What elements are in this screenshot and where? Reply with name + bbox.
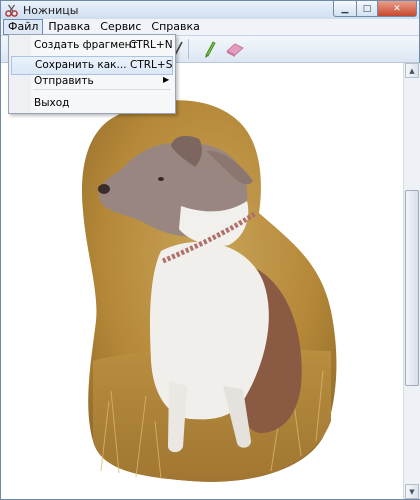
snipping-tool-window: Ножницы ▁ □ ✕ Файл Правка Сервис Справка — [0, 0, 420, 500]
maximize-icon: □ — [362, 3, 372, 14]
dog-nose — [98, 184, 110, 194]
scroll-down-icon: ▼ — [409, 487, 415, 496]
submenu-arrow-icon: ▶ — [163, 75, 170, 84]
eraser-icon[interactable] — [225, 39, 245, 59]
toolbar-separator — [188, 39, 189, 59]
close-icon: ✕ — [393, 3, 401, 14]
maximize-button[interactable]: □ — [357, 1, 378, 17]
highlighter-icon[interactable] — [201, 39, 217, 59]
menu-item-new-snip[interactable]: Создать фрагмент CTRL+N — [9, 36, 175, 55]
title-bar: Ножницы ▁ □ ✕ — [1, 1, 419, 19]
snip-canvas[interactable] — [1, 63, 403, 499]
scroll-up-button[interactable]: ▲ — [405, 63, 419, 78]
scissors-app-icon — [5, 4, 18, 17]
menu-item-label: Выход — [34, 97, 70, 109]
snipped-dog-photo — [81, 100, 337, 482]
menu-help[interactable]: Справка — [146, 19, 204, 34]
menu-item-label: Отправить — [34, 75, 94, 87]
dog-eye — [158, 177, 164, 181]
menu-item-shortcut: CTRL+N — [129, 39, 173, 51]
menu-edit[interactable]: Правка — [43, 19, 95, 34]
menu-item-label: Создать фрагмент — [34, 39, 138, 51]
vertical-scrollbar[interactable]: ▲ ▼ — [403, 63, 420, 499]
close-button[interactable]: ✕ — [378, 1, 417, 17]
scroll-thumb[interactable] — [405, 190, 419, 386]
menu-file[interactable]: Файл — [3, 19, 44, 35]
caption-buttons: ▁ □ ✕ — [333, 1, 417, 17]
scroll-down-button[interactable]: ▼ — [405, 484, 419, 499]
menu-item-shortcut: CTRL+S — [130, 59, 173, 71]
window-title: Ножницы — [23, 4, 79, 17]
menu-item-label: Сохранить как... — [35, 59, 127, 71]
file-menu-dropdown: Создать фрагмент CTRL+N Сохранить как...… — [8, 34, 176, 114]
menu-separator — [33, 89, 171, 90]
menu-item-exit[interactable]: Выход — [9, 94, 175, 113]
minimize-button[interactable]: ▁ — [333, 1, 357, 17]
menu-tools[interactable]: Сервис — [95, 19, 146, 34]
scroll-up-icon: ▲ — [409, 66, 415, 75]
minimize-icon: ▁ — [341, 3, 349, 14]
